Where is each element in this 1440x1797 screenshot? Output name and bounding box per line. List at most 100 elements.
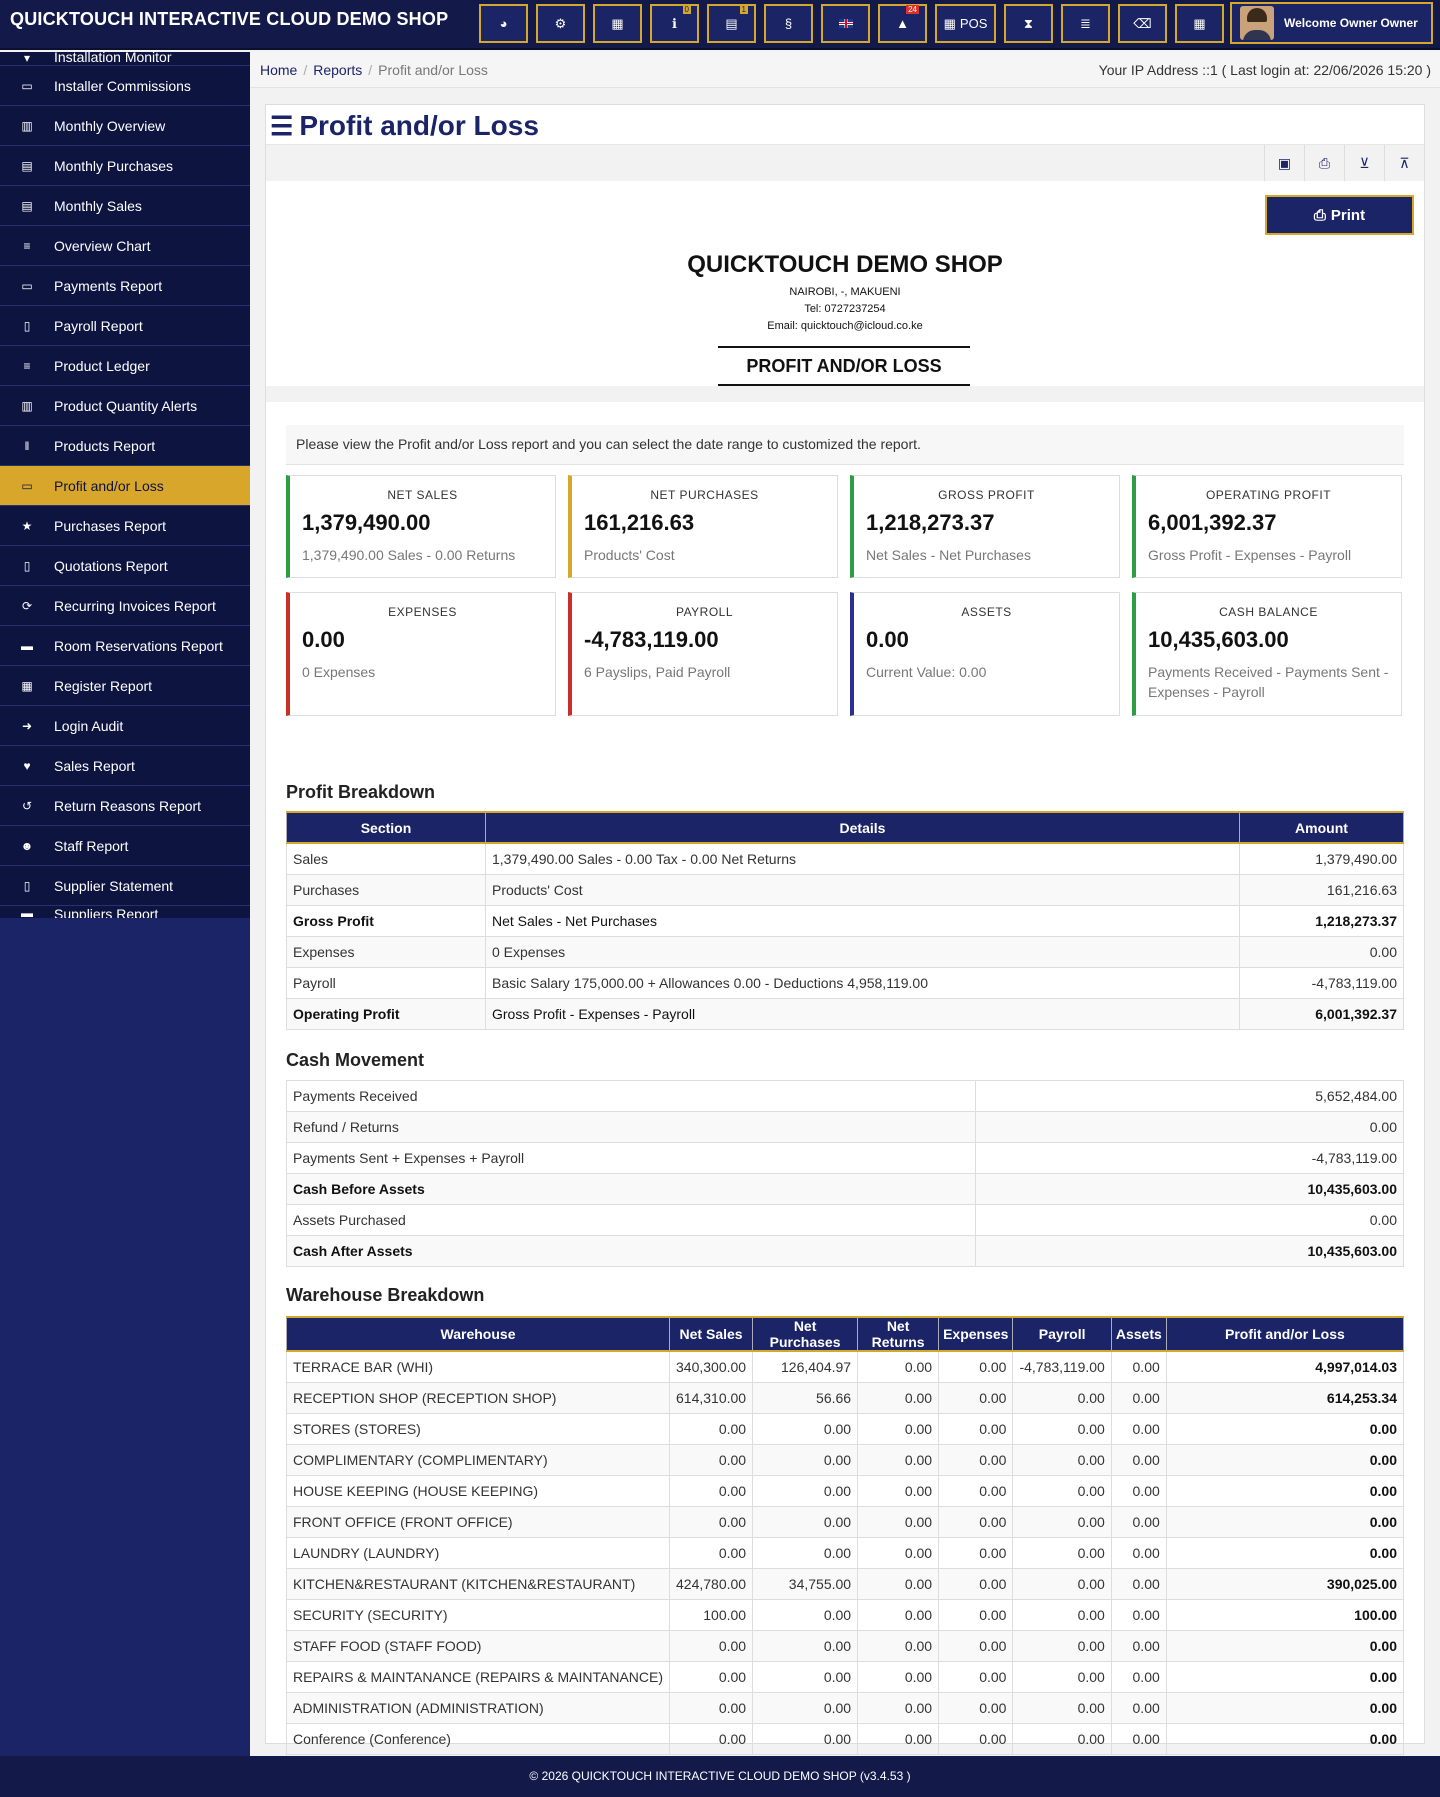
list-button[interactable]: ≣ <box>1061 4 1110 43</box>
avatar <box>1240 6 1274 40</box>
sidebar-item-supplier-statement[interactable]: ▯ Supplier Statement <box>0 866 250 906</box>
card-subtext: Gross Profit - Expenses - Payroll <box>1148 547 1352 563</box>
column-header[interactable]: Profit and/or Loss <box>1165 1316 1405 1352</box>
pos-button[interactable]: ▦ POS <box>935 4 996 43</box>
user-menu[interactable]: Welcome Owner Owner <box>1230 2 1433 44</box>
sidebar-item-room-reservations-report[interactable]: ▬ Room Reservations Report <box>0 626 250 666</box>
column-header[interactable]: Assets <box>1110 1316 1167 1352</box>
sidebar-item-overview-chart[interactable]: ≡ Overview Chart <box>0 226 250 266</box>
column-header[interactable]: Net Purchases <box>752 1316 859 1352</box>
styles-button[interactable]: § <box>764 4 813 43</box>
column-header[interactable]: Section <box>286 811 486 844</box>
language-button[interactable] <box>821 4 870 43</box>
list-icon: ≡ <box>23 358 31 373</box>
table-row: SECURITY (SECURITY) 100.00 0.00 0.00 0.00 0.0… <box>285 1598 1405 1631</box>
column-header[interactable]: Payroll <box>1012 1316 1112 1352</box>
sidebar-item-product-quantity-alerts[interactable]: ▥ Product Quantity Alerts <box>0 386 250 426</box>
sidebar-item-monthly-purchases[interactable]: ▤ Monthly Purchases <box>0 146 250 186</box>
sidebar-item-recurring-invoices-report[interactable]: ⟳ Recurring Invoices Report <box>0 586 250 626</box>
apps-button[interactable]: ▦ <box>1175 4 1224 43</box>
breadcrumb-reports[interactable]: Reports <box>313 62 362 78</box>
file-icon: ▯ <box>23 318 31 333</box>
breadcrumb-home[interactable]: Home <box>260 62 297 78</box>
expand-button[interactable]: ⊼ <box>1384 145 1424 181</box>
sidebar-item-sales-report[interactable]: ♥ Sales Report <box>0 746 250 786</box>
pos-label: POS <box>959 16 988 31</box>
sidebar-item-profit-and-or-loss[interactable]: ▭ Profit and/or Loss <box>0 466 250 506</box>
card-operating-profit: OPERATING PROFIT 6,001,392.37 Gross Prof… <box>1132 475 1402 578</box>
column-header[interactable]: Amount <box>1239 811 1404 844</box>
column-header[interactable]: Net Sales <box>669 1316 754 1352</box>
column-header[interactable]: Expenses <box>938 1316 1014 1352</box>
sidebar-item-monthly-overview[interactable]: ▥ Monthly Overview <box>0 106 250 146</box>
table-row: Purchases Products' Cost 161,216.63 <box>286 873 1404 906</box>
table-cell: Basic Salary 175,000.00 + Allowances 0.0… <box>485 966 1240 999</box>
table-cell: Conference (Conference) <box>285 1722 671 1755</box>
sidebar-item-staff-report[interactable]: ☻ Staff Report <box>0 826 250 866</box>
table-cell: 0.00 <box>975 1204 1404 1236</box>
table-cell: Payments Received <box>286 1080 976 1112</box>
card-title: ASSETS <box>961 605 1012 619</box>
sidebar-item-product-ledger[interactable]: ≡ Product Ledger <box>0 346 250 386</box>
table-cell: 126,404.97 <box>752 1350 859 1383</box>
table-cell: 0.00 <box>1012 1660 1112 1693</box>
table-cell: Payroll <box>286 966 486 999</box>
column-header[interactable]: Net Returns <box>857 1316 940 1352</box>
table-cell: 0.00 <box>669 1691 754 1724</box>
table-cell: 0.00 <box>752 1536 859 1569</box>
export-pdf-button[interactable]: ⎙ <box>1304 145 1344 181</box>
alerts-button[interactable]: ▲ 24 <box>878 4 927 43</box>
column-header[interactable]: Warehouse <box>285 1316 671 1352</box>
sidebar-item-monthly-sales[interactable]: ▤ Monthly Sales <box>0 186 250 226</box>
collapse-button[interactable]: ⊻ <box>1344 145 1384 181</box>
app-title[interactable]: QUICKTOUCH INTERACTIVE CLOUD DEMO SHOP <box>10 9 448 30</box>
table-cell: 0.00 <box>938 1381 1014 1414</box>
sidebar-item-payments-report[interactable]: ▭ Payments Report <box>0 266 250 306</box>
table-row: Refund / Returns 0.00 <box>286 1111 1404 1143</box>
print-button[interactable]: ⎙ Print <box>1265 195 1414 235</box>
card-expenses: EXPENSES 0.00 0 Expenses <box>286 592 556 716</box>
calculator-button[interactable]: ▦ <box>593 4 642 43</box>
sidebar-item-suppliers-report[interactable]: ▬ Suppliers Report <box>0 906 250 918</box>
sidebar-item-login-audit[interactable]: ➜ Login Audit <box>0 706 250 746</box>
pdf-file-icon: ⎙ <box>1318 154 1331 171</box>
money-icon: ▭ <box>21 478 33 493</box>
sidebar-item-quotations-report[interactable]: ▯ Quotations Report <box>0 546 250 586</box>
calendar-button[interactable]: ▤ 1 <box>707 4 756 43</box>
sidebar-item-installer-commissions[interactable]: ▭ Installer Commissions <box>0 66 250 106</box>
table-cell: 0.00 <box>938 1629 1014 1662</box>
card-value: 6,001,392.37 <box>1148 510 1277 535</box>
hourglass-button[interactable]: ⧗ <box>1004 4 1053 43</box>
sign-in-icon: ➜ <box>21 718 33 733</box>
sidebar-item-label: Overview Chart <box>54 237 151 254</box>
th-large-icon: ▦ <box>1193 15 1206 31</box>
card-title: CASH BALANCE <box>1219 605 1318 619</box>
eraser-button[interactable]: ⌫ <box>1118 4 1167 43</box>
table-row: Cash After Assets 10,435,603.00 <box>286 1235 1404 1267</box>
sidebar-item-payroll-report[interactable]: ▯ Payroll Report <box>0 306 250 346</box>
table-cell: 424,780.00 <box>669 1567 754 1600</box>
table-cell: 4,997,014.03 <box>1165 1350 1405 1383</box>
table-cell: 0.00 <box>669 1443 754 1476</box>
info-button[interactable]: ℹ0 <box>650 4 699 43</box>
table-cell: 0.00 <box>669 1412 754 1445</box>
table-cell: 0.00 <box>1110 1536 1167 1569</box>
card-value: 10,435,603.00 <box>1148 627 1289 652</box>
sidebar-item-installation-monitor[interactable]: ▾ Installation Monitor <box>0 52 250 66</box>
table-row: Cash Before Assets 10,435,603.00 <box>286 1173 1404 1205</box>
table-cell: 1,379,490.00 <box>1239 842 1404 875</box>
table-row: RECEPTION SHOP (RECEPTION SHOP) 614,310.0… <box>285 1381 1405 1414</box>
dashboard-button[interactable]: ◕ <box>479 4 528 43</box>
sidebar-item-return-reasons-report[interactable]: ↺ Return Reasons Report <box>0 786 250 826</box>
settings-button[interactable]: ⚙ <box>536 4 585 43</box>
table-cell: 0.00 <box>1165 1536 1405 1569</box>
sidebar-item-purchases-report[interactable]: ★ Purchases Report <box>0 506 250 546</box>
export-image-button[interactable]: ▣ <box>1264 145 1304 181</box>
report-intro: Please view the Profit and/or Loss repor… <box>286 425 1404 465</box>
column-header[interactable]: Details <box>485 811 1240 844</box>
sidebar-item-register-report[interactable]: ▦ Register Report <box>0 666 250 706</box>
card-subtext: 6 Payslips, Paid Payroll <box>584 664 731 680</box>
cash-movement-title: Cash Movement <box>286 1050 425 1070</box>
sidebar-item-products-report[interactable]: ‖ Products Report <box>0 426 250 466</box>
breadcrumb: Home / Reports / Profit and/or Loss Your IP … <box>250 52 1440 88</box>
